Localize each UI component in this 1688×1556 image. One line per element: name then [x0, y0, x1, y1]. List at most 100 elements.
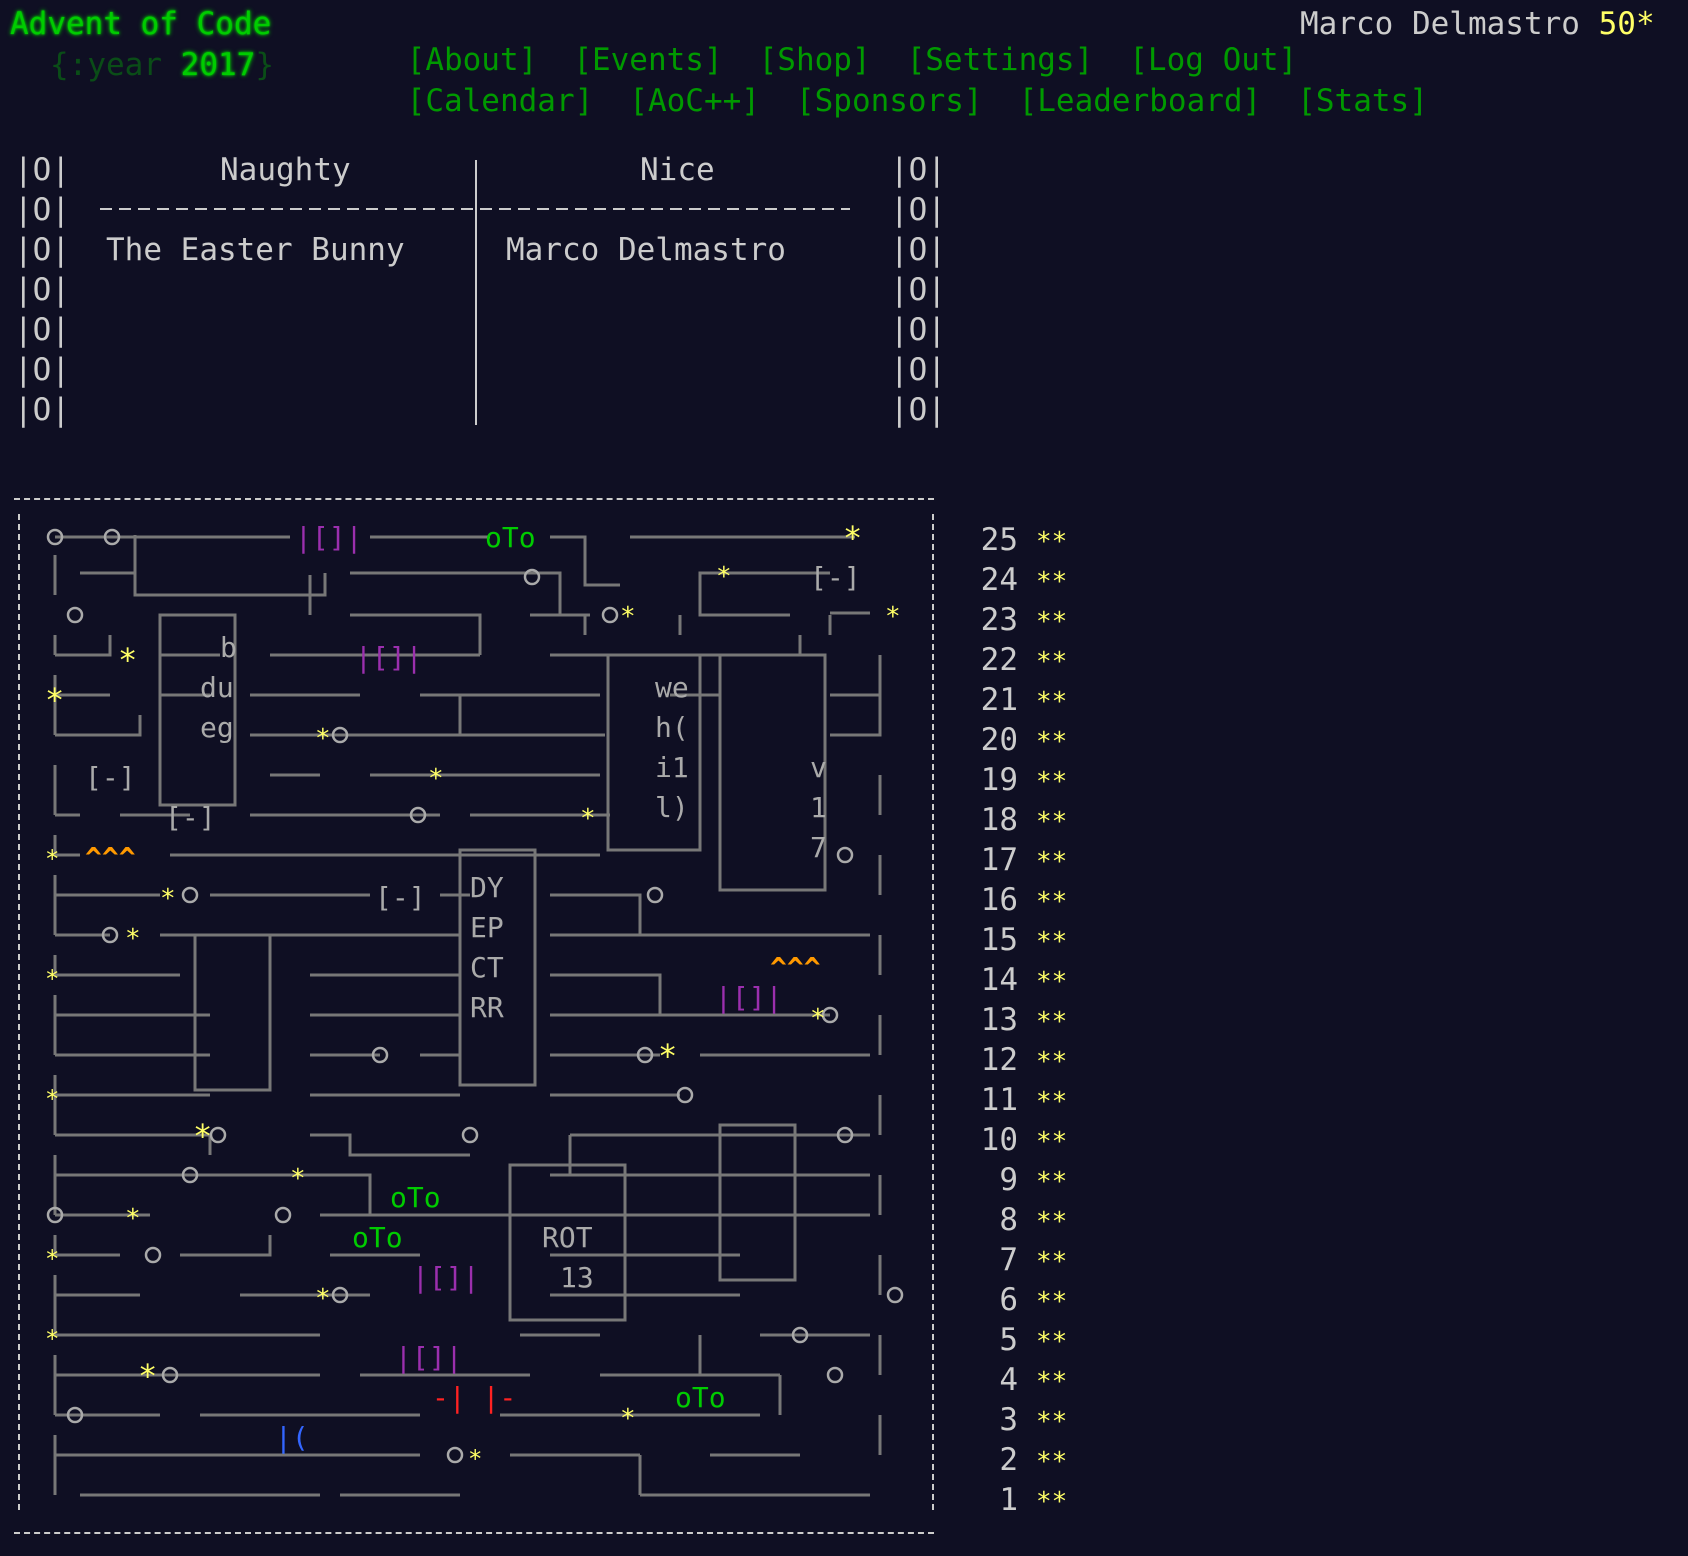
calendar-day-4[interactable]: 4 **	[960, 1360, 1067, 1400]
chip-label-eg: eg	[200, 711, 234, 744]
day-number: 25	[980, 522, 1018, 558]
day-stars: **	[1036, 1327, 1068, 1357]
calendar-day-13[interactable]: 13 **	[960, 1000, 1068, 1040]
day-stars: **	[1036, 1367, 1068, 1397]
day-stars: **	[1036, 1287, 1068, 1317]
calendar-day-25[interactable]: 25 **	[960, 520, 1068, 560]
day-number: 3	[999, 1402, 1018, 1438]
chip-label-i1: i1	[655, 751, 689, 784]
calendar-day-5[interactable]: 5 **	[960, 1320, 1067, 1360]
resistor-23: [-]	[810, 561, 861, 594]
svg-text:*: *	[315, 724, 331, 754]
nav-sponsors[interactable]: [Sponsors]	[796, 83, 983, 119]
svg-text:|O|: |O|	[890, 392, 944, 428]
calendar-day-17[interactable]: 17 **	[960, 840, 1068, 880]
calendar-day-2[interactable]: 2 **	[960, 1440, 1067, 1480]
day-stars: **	[1036, 1207, 1068, 1237]
svg-text:|O|: |O|	[14, 392, 70, 428]
year-suffix: }	[255, 47, 274, 83]
nav-aocpp[interactable]: [AoC++]	[629, 83, 760, 119]
svg-text:*: *	[45, 1085, 59, 1113]
naughty-nice-list: |O| |O| |O| |O| |O| |O| |O| |O| |O| |O| |O| |O| |…	[14, 150, 944, 428]
svg-text:*: *	[138, 1357, 157, 1395]
calendar-day-15[interactable]: 15 **	[960, 920, 1068, 960]
day-number: 5	[999, 1322, 1018, 1358]
svg-text:*: *	[160, 884, 176, 914]
calendar-day-18[interactable]: 18 **	[960, 800, 1068, 840]
svg-text:*: *	[843, 519, 862, 557]
calendar-day-12[interactable]: 12 **	[960, 1040, 1068, 1080]
day-number: 13	[980, 1002, 1018, 1038]
site-header: Advent of Code {:year 2017} [About] [Even…	[0, 0, 1688, 119]
chip-label-b: b	[220, 631, 237, 664]
svg-text:|O|: |O|	[890, 232, 944, 268]
naughty-nice-frame: |O| |O| |O| |O| |O| |O| |O| |O| |O| |O| |O| |O| |…	[14, 152, 944, 428]
caret-13: ^^^	[770, 951, 821, 984]
chip-label-du: du	[200, 671, 234, 704]
day-stars: **	[1036, 1487, 1068, 1517]
svg-text:*: *	[193, 1117, 212, 1155]
calendar-day-7[interactable]: 7 **	[960, 1240, 1067, 1280]
calendar-day-16[interactable]: 16 **	[960, 880, 1068, 920]
svg-text:|O|: |O|	[890, 352, 944, 388]
cap-12: |[]|	[715, 981, 782, 1014]
day-stars: **	[1036, 807, 1068, 837]
oto-6: oTo	[352, 1221, 403, 1254]
calendar-day-23[interactable]: 23 **	[960, 600, 1068, 640]
svg-text:*: *	[118, 641, 137, 679]
calendar-day-1[interactable]: 1 **	[960, 1480, 1067, 1520]
calendar-left-border	[18, 514, 20, 1510]
day-number: 9	[999, 1162, 1018, 1198]
nice-entry: Marco Delmastro	[506, 232, 786, 268]
calendar-day-9[interactable]: 9 **	[960, 1160, 1067, 1200]
nav-secondary: [Calendar] [AoC++] [Sponsors] [Leaderboard]…	[332, 47, 1464, 155]
svg-text:|O|: |O|	[890, 192, 944, 228]
oto-7: oTo	[390, 1181, 441, 1214]
svg-text:*: *	[125, 924, 141, 954]
svg-text:*: *	[45, 1325, 59, 1353]
chip-label-rot: ROT	[542, 1221, 593, 1254]
svg-text:|O|: |O|	[14, 232, 70, 268]
day-number: 16	[980, 882, 1018, 918]
chip-label-l: l)	[655, 791, 689, 824]
user-name: Marco Delmastro	[1300, 6, 1580, 42]
site-title-link[interactable]: Advent of Code	[10, 6, 271, 42]
year-label[interactable]: {:year 2017}	[50, 47, 274, 83]
calendar-top-border	[14, 498, 934, 500]
svg-text:|O|: |O|	[14, 272, 70, 308]
calendar-day-24[interactable]: 24 **	[960, 560, 1068, 600]
nav-stats[interactable]: [Stats]	[1297, 83, 1428, 119]
day-stars: **	[1036, 1007, 1068, 1037]
day-stars: **	[1036, 647, 1068, 677]
svg-text:*: *	[658, 1037, 677, 1075]
svg-text:*: *	[620, 602, 636, 632]
calendar-day-3[interactable]: 3 **	[960, 1400, 1067, 1440]
day-number: 14	[980, 962, 1018, 998]
calendar-day-8[interactable]: 8 **	[960, 1200, 1067, 1240]
nice-header: Nice	[640, 152, 715, 188]
calendar-day-11[interactable]: 11 **	[960, 1080, 1068, 1120]
calendar-day-21[interactable]: 21 **	[960, 680, 1068, 720]
cap-5: |[]|	[412, 1261, 479, 1294]
calendar-day-10[interactable]: 10 **	[960, 1120, 1068, 1160]
calendar-day-6[interactable]: 6 **	[960, 1280, 1067, 1320]
chip-label-rr: RR	[470, 991, 504, 1024]
chip-label-7: 7	[810, 831, 827, 864]
day-stars: **	[1036, 1127, 1068, 1157]
calendar-day-14[interactable]: 14 **	[960, 960, 1068, 1000]
calendar-day-19[interactable]: 19 **	[960, 760, 1068, 800]
day-number: 15	[980, 922, 1018, 958]
cap-21: |[]|	[355, 641, 422, 674]
svg-text:|O|: |O|	[890, 272, 944, 308]
nav-calendar[interactable]: [Calendar]	[407, 83, 594, 119]
svg-text:*: *	[620, 1404, 636, 1434]
calendar-day-22[interactable]: 22 **	[960, 640, 1068, 680]
circuit-calendar-art[interactable]: b du eg we h( i1 l) v 1 7 DY EP CT RR RO…	[40, 515, 920, 1515]
nav-leaderboard[interactable]: [Leaderboard]	[1019, 83, 1262, 119]
day-number: 10	[980, 1122, 1018, 1158]
calendar-day-20[interactable]: 20 **	[960, 720, 1068, 760]
day-stars: **	[1036, 1447, 1068, 1477]
oto-25: oTo	[485, 521, 536, 554]
day-number: 18	[980, 802, 1018, 838]
red-cap-2: -| |-	[432, 1381, 516, 1414]
